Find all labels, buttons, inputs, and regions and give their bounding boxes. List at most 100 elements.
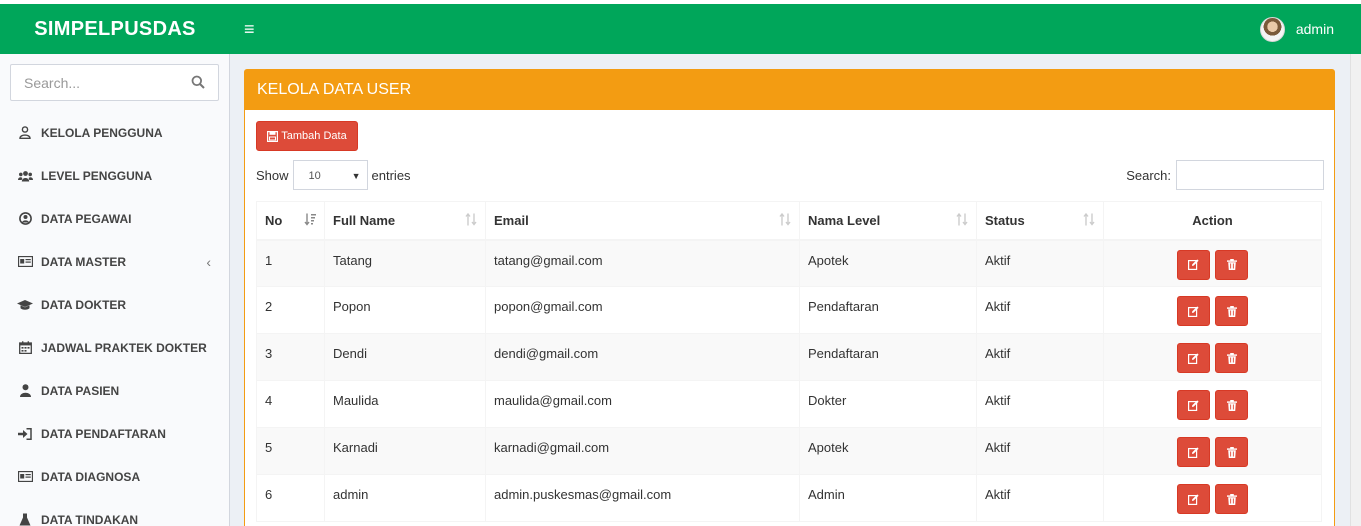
edit-button[interactable] bbox=[1176, 249, 1210, 280]
cell-nama-level: Apotek bbox=[799, 427, 977, 475]
cell-action bbox=[1103, 427, 1322, 475]
table-row: 2 Popon popon@gmail.com Pendaftaran Akti… bbox=[256, 286, 1322, 334]
table-search-input[interactable] bbox=[1176, 160, 1324, 190]
table-row: 1 Tatang tatang@gmail.com Apotek Aktif bbox=[256, 239, 1322, 287]
sidebar-search-input[interactable] bbox=[11, 65, 181, 100]
sidebar-item-jadwal-praktek-dokter[interactable]: JADWAL PRAKTEK DOKTER bbox=[0, 326, 229, 369]
user-menu[interactable]: admin bbox=[1259, 16, 1334, 42]
trash-icon bbox=[1226, 259, 1237, 270]
caret-down-icon: ▼ bbox=[351, 171, 361, 181]
sidebar-item-data-dokter[interactable]: DATA DOKTER bbox=[0, 283, 229, 326]
cell-action bbox=[1103, 380, 1322, 428]
table-header-row: No Full Name Email Nama Level Status Act… bbox=[256, 201, 1322, 241]
edit-button[interactable] bbox=[1176, 390, 1210, 420]
sidebar-toggle-icon[interactable]: ≡ bbox=[244, 4, 255, 54]
sidebar: KELOLA PENGGUNA LEVEL PENGGUNA DATA PEGA… bbox=[0, 54, 230, 526]
sort-icon bbox=[1083, 212, 1095, 229]
delete-button[interactable] bbox=[1215, 437, 1249, 467]
add-data-button[interactable]: Tambah Data bbox=[256, 121, 358, 151]
sidebar-item-data-pegawai[interactable]: DATA PEGAWAI bbox=[0, 197, 229, 240]
calendar-icon bbox=[17, 341, 33, 355]
cell-no: 4 bbox=[256, 380, 325, 428]
cell-full-name: Maulida bbox=[324, 380, 486, 428]
cell-nama-level: Dokter bbox=[799, 380, 977, 428]
sidebar-menu: KELOLA PENGGUNA LEVEL PENGGUNA DATA PEGA… bbox=[0, 111, 229, 526]
search-icon[interactable] bbox=[191, 75, 205, 94]
cell-action bbox=[1103, 239, 1322, 287]
table-row: 5 Karnadi karnadi@gmail.com Apotek Aktif bbox=[256, 427, 1322, 475]
edit-button[interactable] bbox=[1176, 437, 1210, 467]
cell-full-name: admin bbox=[324, 474, 486, 522]
edit-icon bbox=[1187, 399, 1199, 411]
delete-button[interactable] bbox=[1215, 249, 1249, 280]
trash-icon bbox=[1226, 399, 1237, 411]
user-outline-icon bbox=[17, 126, 33, 140]
user-table: No Full Name Email Nama Level Status Act… bbox=[256, 201, 1322, 522]
cell-nama-level: Pendaftaran bbox=[799, 333, 977, 381]
id-card-icon bbox=[17, 255, 33, 269]
edit-button[interactable] bbox=[1176, 296, 1210, 326]
edit-button[interactable] bbox=[1176, 343, 1210, 373]
sidebar-search bbox=[10, 64, 219, 101]
edit-icon bbox=[1187, 259, 1199, 270]
cell-full-name: Tatang bbox=[324, 239, 486, 287]
edit-icon bbox=[1187, 446, 1199, 458]
sidebar-item-data-master[interactable]: DATA MASTER ‹ bbox=[0, 240, 229, 283]
sort-icon bbox=[779, 212, 791, 229]
column-header-full-name[interactable]: Full Name bbox=[324, 201, 486, 241]
edit-button[interactable] bbox=[1176, 484, 1210, 514]
sidebar-item-data-pendaftaran[interactable]: DATA PENDAFTARAN bbox=[0, 412, 229, 455]
cell-status: Aktif bbox=[976, 380, 1104, 428]
page-scrollbar[interactable] bbox=[1350, 54, 1361, 526]
cell-status: Aktif bbox=[976, 333, 1104, 381]
delete-button[interactable] bbox=[1215, 296, 1249, 326]
cell-action bbox=[1103, 474, 1322, 522]
cell-no: 3 bbox=[256, 333, 325, 381]
table-row: 6 admin admin.puskesmas@gmail.com Admin … bbox=[256, 474, 1322, 522]
trash-icon bbox=[1226, 305, 1237, 317]
cell-email: admin.puskesmas@gmail.com bbox=[485, 474, 800, 522]
cell-email: tatang@gmail.com bbox=[485, 239, 800, 287]
column-header-status[interactable]: Status bbox=[976, 201, 1104, 241]
app-logo[interactable]: SIMPELPUSDAS bbox=[0, 4, 230, 54]
main-content: KELOLA DATA USER Tambah Data Show 10 ▼ e… bbox=[230, 54, 1361, 526]
cell-no: 5 bbox=[256, 427, 325, 475]
id-card-icon bbox=[17, 470, 33, 484]
column-header-nama-level[interactable]: Nama Level bbox=[799, 201, 977, 241]
sidebar-item-level-pengguna[interactable]: LEVEL PENGGUNA bbox=[0, 154, 229, 197]
top-navbar: SIMPELPUSDAS ≡ admin bbox=[0, 0, 1361, 54]
column-header-email[interactable]: Email bbox=[485, 201, 800, 241]
cell-email: dendi@gmail.com bbox=[485, 333, 800, 381]
flask-icon bbox=[17, 513, 33, 526]
cell-full-name: Dendi bbox=[324, 333, 486, 381]
users-icon bbox=[17, 169, 33, 183]
sidebar-item-data-pasien[interactable]: DATA PASIEN bbox=[0, 369, 229, 412]
table-body: 1 Tatang tatang@gmail.com Apotek Aktif 2… bbox=[256, 239, 1322, 522]
entries-select[interactable]: 10 ▼ bbox=[292, 160, 368, 190]
sidebar-item-data-tindakan[interactable]: DATA TINDAKAN bbox=[0, 498, 229, 526]
avatar bbox=[1259, 16, 1285, 42]
cell-nama-level: Pendaftaran bbox=[799, 286, 977, 334]
edit-icon bbox=[1187, 352, 1199, 364]
cell-full-name: Popon bbox=[324, 286, 486, 334]
entries-label: entries bbox=[371, 167, 411, 183]
cell-action bbox=[1103, 286, 1322, 334]
column-header-no[interactable]: No bbox=[256, 201, 325, 241]
delete-button[interactable] bbox=[1215, 484, 1249, 514]
cell-status: Aktif bbox=[976, 286, 1104, 334]
sort-asc-icon bbox=[304, 213, 316, 229]
sidebar-item-kelola-pengguna[interactable]: KELOLA PENGGUNA bbox=[0, 111, 229, 154]
sort-icon bbox=[465, 212, 477, 229]
cell-no: 6 bbox=[256, 474, 325, 522]
cell-full-name: Karnadi bbox=[324, 427, 486, 475]
delete-button[interactable] bbox=[1215, 390, 1249, 420]
save-icon bbox=[267, 130, 279, 142]
delete-button[interactable] bbox=[1215, 343, 1249, 373]
table-search-label: Search: bbox=[1126, 167, 1171, 183]
sign-in-icon bbox=[17, 427, 33, 441]
trash-icon bbox=[1226, 352, 1237, 364]
cell-no: 2 bbox=[256, 286, 325, 334]
sidebar-item-data-diagnosa[interactable]: DATA DIAGNOSA bbox=[0, 455, 229, 498]
edit-icon bbox=[1187, 305, 1199, 317]
chevron-left-icon[interactable]: ‹ bbox=[206, 254, 211, 270]
